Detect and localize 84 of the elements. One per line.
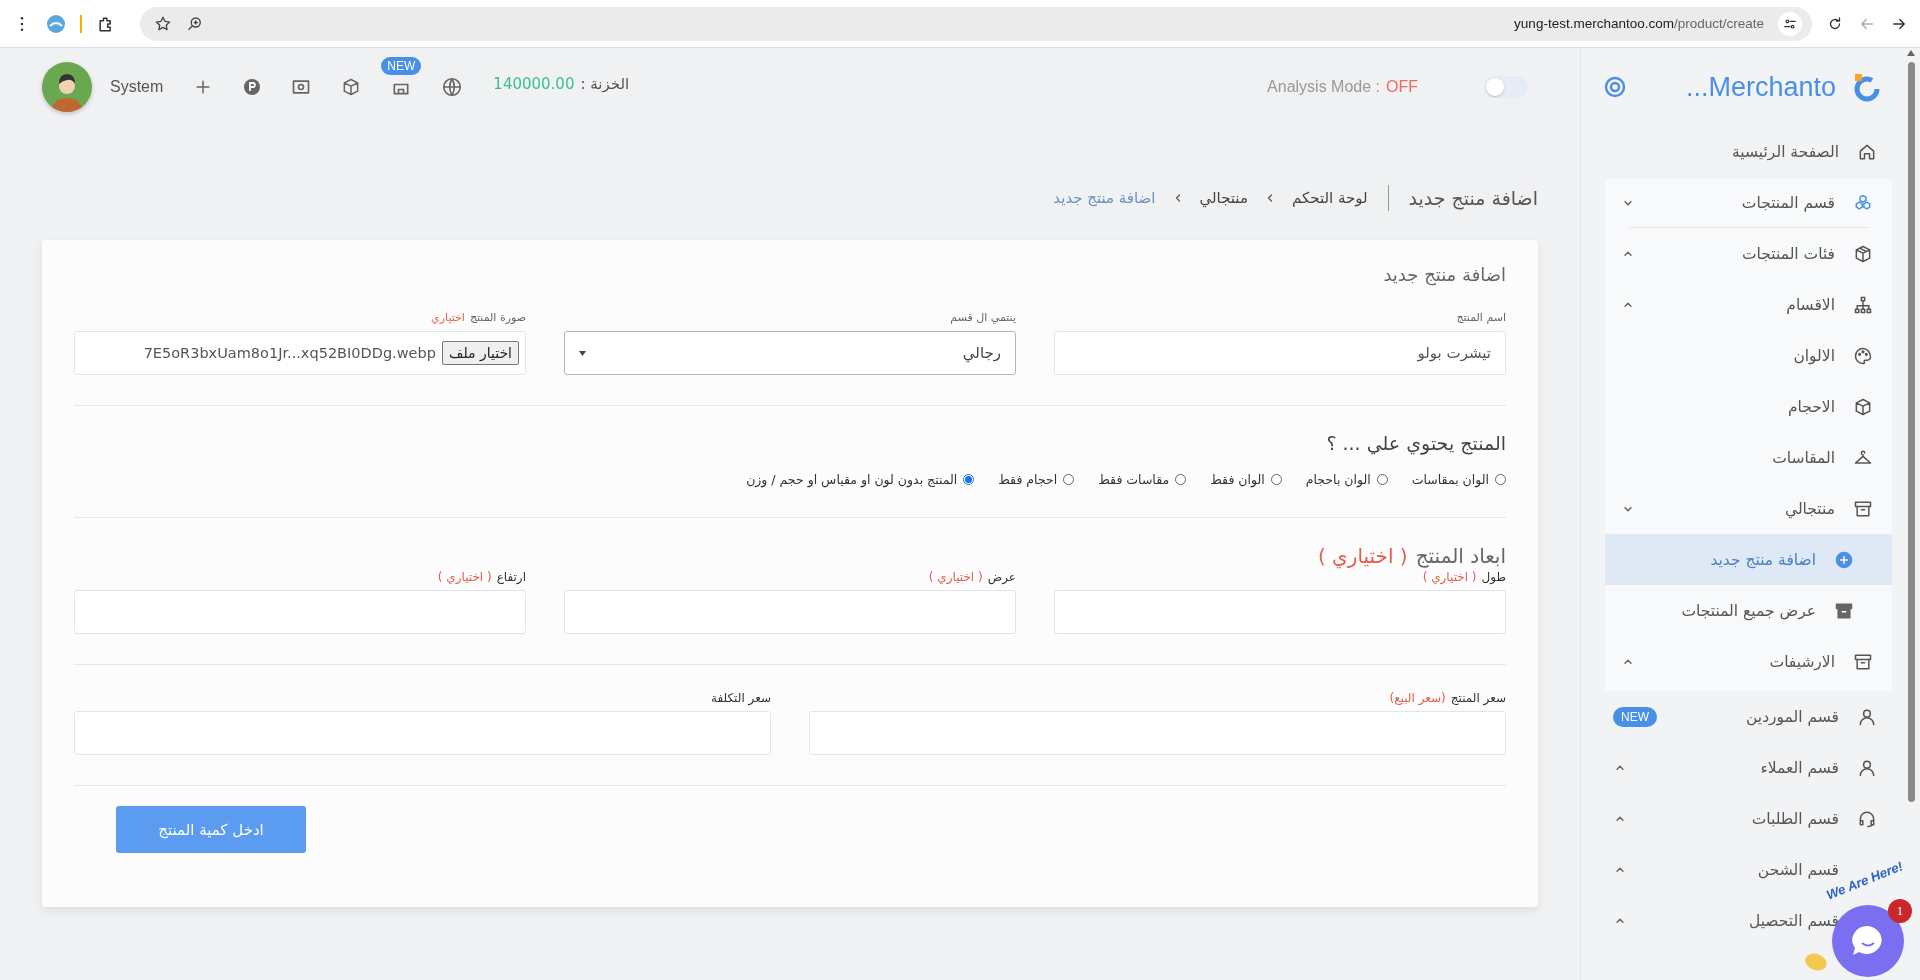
sidebar-item[interactable]: قسم الشحن xyxy=(1757,860,1839,879)
logo-icon xyxy=(1852,72,1882,102)
radio-button[interactable] xyxy=(1175,474,1187,485)
cubes-icon xyxy=(1853,193,1873,213)
field-label: عرض xyxy=(987,570,1016,584)
optional-note: ( اختياري ) xyxy=(1317,544,1408,568)
sidebar-item[interactable]: قسم المنتجات xyxy=(1741,193,1873,213)
plus-circle-icon xyxy=(1834,549,1854,570)
file-name: 7E5oR3bxUam8o1Jr...xq52BI0DDg.webp xyxy=(143,345,436,361)
avatar[interactable] xyxy=(42,62,92,112)
palette-icon xyxy=(1853,345,1873,366)
price-field[interactable] xyxy=(809,711,1506,755)
brand-name: ...Merchanto xyxy=(1685,71,1836,103)
user-name[interactable]: System xyxy=(110,78,164,96)
radio-button[interactable] xyxy=(1495,474,1506,485)
treasury-label: الخزنة : xyxy=(580,75,630,93)
dimension-field[interactable] xyxy=(564,590,1016,634)
sidebar-item[interactable]: الصفحة الرئيسية xyxy=(1732,141,1877,162)
radio-button[interactable] xyxy=(963,474,975,485)
app-icon[interactable] xyxy=(46,13,66,34)
radio-label[interactable]: مقاسات فقط xyxy=(1098,472,1170,487)
caret-icon xyxy=(579,349,587,357)
star-icon[interactable] xyxy=(154,14,172,33)
scrollbar[interactable] xyxy=(1908,62,1915,802)
zoom-icon[interactable] xyxy=(186,14,204,33)
dimension-field[interactable] xyxy=(74,590,526,634)
scroll-up-icon[interactable] xyxy=(1907,50,1915,56)
radio-label[interactable]: احجام فقط xyxy=(998,472,1058,487)
radio-label[interactable]: الوان باحجام xyxy=(1305,472,1371,487)
radio-label[interactable]: الوان فقط xyxy=(1210,472,1265,487)
radio-button[interactable] xyxy=(1376,474,1388,485)
sidebar-item[interactable]: قسم الطلبات xyxy=(1751,808,1877,829)
new-badge: NEW xyxy=(1613,706,1657,727)
radio-button[interactable] xyxy=(1063,474,1075,485)
sidebar-item[interactable]: فئات المنتجات xyxy=(1742,243,1873,264)
box-icon xyxy=(1853,243,1873,264)
cube-icon xyxy=(1853,396,1873,417)
radio-label[interactable]: المنتج بدون لون او مقياس او حجم / وزن xyxy=(746,472,958,487)
sidebar-item[interactable]: قسم الموردين xyxy=(1746,706,1877,727)
address-text[interactable]: yung-test.merchantoo.com/product/create xyxy=(1514,16,1764,31)
target-icon[interactable] xyxy=(1603,75,1627,99)
form-title: اضافة منتج جديد xyxy=(1382,264,1506,285)
field-label: ارتفاع xyxy=(496,570,526,584)
sidebar-item[interactable]: منتجالي xyxy=(1784,498,1873,519)
sidebar-item[interactable]: الاقسام xyxy=(1786,294,1873,315)
category-select[interactable]: رجالي xyxy=(564,331,1016,375)
cash-icon[interactable] xyxy=(291,77,312,97)
choose-file-button[interactable]: اختيار ملف xyxy=(441,341,519,365)
new-badge: NEW xyxy=(381,57,422,75)
analysis-mode-status: OFF xyxy=(1386,78,1418,96)
sidebar-item[interactable]: الالوان xyxy=(1793,345,1873,366)
dimension-field[interactable] xyxy=(1054,590,1506,634)
section-heading: المنتج يحتوي علي ... ؟ xyxy=(1325,432,1506,454)
analysis-mode-toggle[interactable] xyxy=(1484,76,1528,98)
page-title: اضافة منتج جديد xyxy=(1408,187,1538,209)
field-label: صورة المنتج xyxy=(469,311,526,325)
sidebar-item[interactable]: قسم العملاء xyxy=(1760,757,1877,778)
section-heading: ابعاد المنتج xyxy=(1415,544,1506,568)
field-label: ينتمي ال قسم xyxy=(950,311,1016,325)
parking-icon[interactable] xyxy=(243,78,262,96)
price-field[interactable] xyxy=(74,711,771,755)
field-label: طول xyxy=(1481,570,1506,584)
breadcrumb-link[interactable]: لوحة التحكم xyxy=(1291,189,1368,207)
optional-note: (سعر البيع) xyxy=(1389,691,1446,705)
field-label: سعر التكلفة xyxy=(711,691,771,705)
radio-label[interactable]: الوان بمقاسات xyxy=(1411,472,1489,487)
sidebar-item[interactable]: عرض جميع المنتجات xyxy=(1681,600,1854,621)
optional-note: ( اختياري ) xyxy=(928,570,983,584)
globe-icon[interactable] xyxy=(441,76,464,98)
field-label: اسم المنتج xyxy=(1456,311,1506,325)
optional-note: ( اختياري ) xyxy=(437,570,492,584)
field-label: سعر المنتج xyxy=(1450,691,1506,705)
breadcrumb-link[interactable]: منتجالي xyxy=(1199,189,1248,207)
optional-note: اختياري xyxy=(431,311,465,325)
product-name-field[interactable]: تيشرت بولو xyxy=(1054,331,1506,375)
sidebar-item[interactable]: قسم التحصيل xyxy=(1748,911,1839,930)
hierarchy-icon xyxy=(1853,294,1873,315)
radio-button[interactable] xyxy=(1270,474,1282,485)
sidebar-item[interactable]: الارشيفات xyxy=(1769,651,1873,672)
analysis-mode-label: Analysis Mode : xyxy=(1267,78,1380,96)
sidebar-item[interactable]: المقاسات xyxy=(1772,447,1873,468)
treasury-value: 140000.00 xyxy=(493,75,575,93)
sidebar-item[interactable]: الاحجام xyxy=(1787,396,1873,417)
optional-note: ( اختياري ) xyxy=(1422,570,1477,584)
